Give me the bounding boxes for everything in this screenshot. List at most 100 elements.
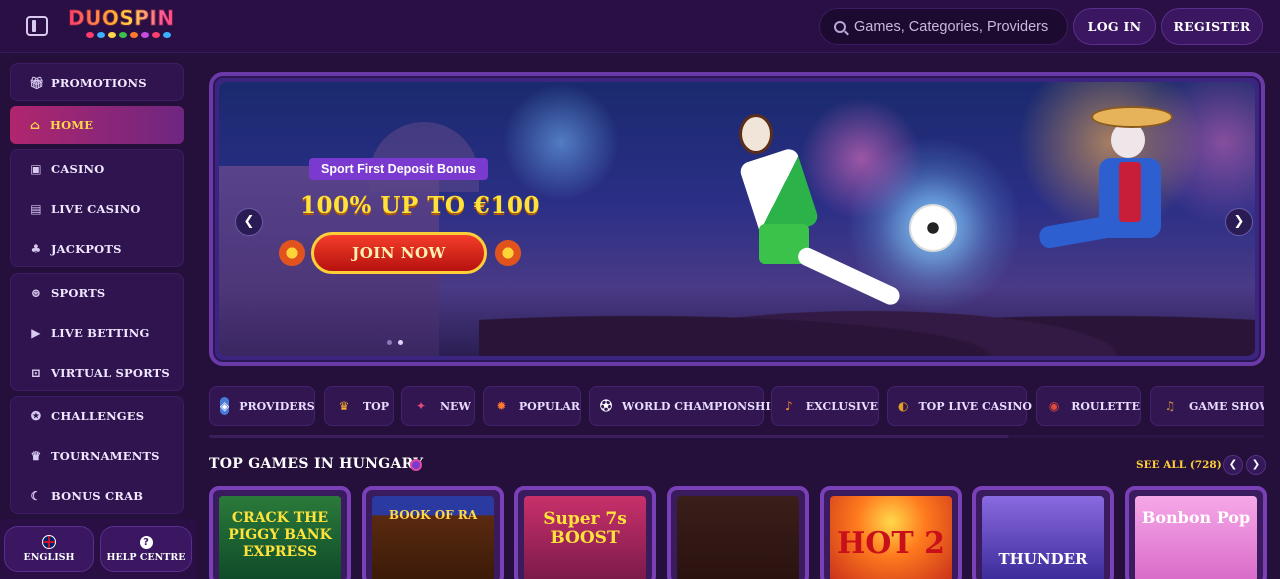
- slide-dot-2[interactable]: [398, 340, 403, 345]
- category-new[interactable]: ✦ NEW: [401, 386, 475, 426]
- sidebar-group-promotions: 🎁︎ PROMOTIONS: [10, 63, 184, 101]
- category-label: EXCLUSIVE: [805, 399, 878, 413]
- category-label: TOP LIVE CASINO: [918, 399, 1032, 413]
- question-icon: ?: [139, 535, 153, 549]
- trophy-icon: ♛: [30, 449, 42, 463]
- game-card[interactable]: BOOK OF RA: [362, 486, 504, 579]
- sidebar-item-label: JACKPOTS: [51, 242, 122, 256]
- category-game-show[interactable]: ♫ GAME SHOW: [1150, 386, 1264, 426]
- games-prev-arrow-icon[interactable]: ❮: [1223, 455, 1243, 475]
- slide-dot-1[interactable]: [387, 340, 392, 345]
- sidebar-item-promotions[interactable]: 🎁︎ PROMOTIONS: [11, 64, 185, 102]
- sidebar-item-label: VIRTUAL SPORTS: [51, 366, 170, 380]
- flower-decoration-icon: [279, 240, 305, 266]
- sidebar-group-challenges: ✪ CHALLENGES ♛ TOURNAMENTS ☾ BONUS CRAB: [10, 396, 184, 514]
- play-icon: ▶: [31, 326, 41, 340]
- ball-icon: ⊛: [30, 286, 42, 300]
- section-badge-icon: [410, 459, 422, 471]
- game-title: Super 7s BOOST: [543, 509, 627, 548]
- register-button[interactable]: REGISTER: [1161, 8, 1263, 45]
- slide-indicator: [387, 340, 403, 345]
- guitar-icon: ♫: [1164, 399, 1176, 413]
- language-selector[interactable]: ENGLISH: [4, 526, 94, 572]
- gift-icon: 🎁︎: [29, 76, 45, 90]
- trophy-icon: ♛: [338, 399, 350, 413]
- game-card[interactable]: Bonbon Pop: [1125, 486, 1267, 579]
- virtual-icon: ⊡: [30, 366, 42, 380]
- sidebar-item-virtual-sports[interactable]: ⊡ VIRTUAL SPORTS: [11, 354, 185, 392]
- category-top[interactable]: ♛ TOP: [324, 386, 394, 426]
- login-button[interactable]: LOG IN: [1073, 8, 1156, 45]
- sidebar-toggle-icon[interactable]: [26, 16, 48, 36]
- sidebar-item-bonus-crab[interactable]: ☾ BONUS CRAB: [11, 477, 185, 515]
- search-input[interactable]: [854, 18, 1054, 35]
- home-icon: ⌂: [29, 118, 41, 132]
- clover-icon: ♣: [30, 242, 42, 256]
- sidebar-footer: ENGLISH ? HELP CENTRE: [0, 519, 196, 579]
- sidebar-item-label: CASINO: [51, 162, 105, 176]
- sidebar-item-label: PROMOTIONS: [51, 76, 147, 90]
- category-bar: ◈ PROVIDERS ♛ TOP ✦ NEW ✹ POPULAR ⚽︎ WOR…: [209, 386, 1264, 426]
- category-label: POPULAR: [518, 399, 580, 413]
- category-top-live-casino[interactable]: ◐ TOP LIVE CASINO: [887, 386, 1032, 426]
- game-title: CRACK THE PIGGY BANK EXPRESS: [228, 510, 332, 560]
- crowd-silhouette: [479, 286, 1255, 356]
- game-card[interactable]: CRACK THE PIGGY BANK EXPRESS: [209, 486, 351, 579]
- sidebar-item-jackpots[interactable]: ♣ JACKPOTS: [11, 230, 185, 268]
- bonus-headline: 100% UP TO €100: [300, 192, 540, 219]
- sidebar: 🎁︎ PROMOTIONS ⌂ HOME ▣ CASINO ▤ LIVE CAS…: [0, 53, 196, 579]
- sidebar-item-label: LIVE CASINO: [51, 202, 141, 216]
- medal-icon: ✪: [30, 409, 42, 423]
- game-title: HOT 2: [836, 526, 946, 561]
- maracas-icon: ♪: [785, 399, 793, 413]
- sidebar-group-casino: ▣ CASINO ▤ LIVE CASINO ♣ JACKPOTS: [10, 149, 184, 267]
- category-exclusive[interactable]: ♪ EXCLUSIVE: [771, 386, 879, 426]
- sidebar-item-challenges[interactable]: ✪ CHALLENGES: [11, 397, 185, 435]
- sidebar-item-live-casino[interactable]: ▤ LIVE CASINO: [11, 190, 185, 228]
- sidebar-item-tournaments[interactable]: ♛ TOURNAMENTS: [11, 437, 185, 475]
- category-world-championship[interactable]: ⚽︎ WORLD CHAMPIONSHIP: [589, 386, 779, 426]
- search-box[interactable]: [819, 8, 1068, 45]
- games-next-arrow-icon[interactable]: ❯: [1246, 455, 1266, 475]
- join-now-button[interactable]: JOIN NOW: [311, 232, 487, 274]
- category-providers[interactable]: ◈ PROVIDERS: [209, 386, 315, 426]
- help-centre-button[interactable]: ? HELP CENTRE: [100, 526, 192, 572]
- bonus-tag: Sport First Deposit Bonus: [309, 158, 488, 180]
- football-icon: [909, 204, 957, 252]
- sidebar-item-live-betting[interactable]: ▶ LIVE BETTING: [11, 314, 185, 352]
- duospin-logo[interactable]: DUOSPIN: [68, 6, 184, 46]
- game-card[interactable]: [667, 486, 809, 579]
- sidebar-item-label: SPORTS: [51, 286, 106, 300]
- category-label: NEW: [440, 399, 471, 413]
- sidebar-group-sports: ⊛ SPORTS ▶ LIVE BETTING ⊡ VIRTUAL SPORTS: [10, 273, 184, 391]
- sidebar-item-sports[interactable]: ⊛ SPORTS: [11, 274, 185, 312]
- category-scrollbar-thumb[interactable]: [209, 435, 1009, 438]
- category-label: TOP: [363, 399, 390, 413]
- new-icon: ✦: [415, 399, 427, 413]
- banner-prev-arrow-icon[interactable]: ❮: [235, 208, 263, 236]
- category-roulette[interactable]: ◉ ROULETTE: [1036, 386, 1141, 426]
- search-icon: [834, 20, 846, 33]
- sidebar-item-casino[interactable]: ▣ CASINO: [11, 150, 185, 188]
- category-popular[interactable]: ✹ POPULAR: [483, 386, 581, 426]
- providers-icon: ◈: [220, 397, 230, 415]
- sidebar-item-label: BONUS CRAB: [51, 489, 144, 503]
- claw-icon: ☾: [30, 489, 42, 503]
- banner-next-arrow-icon[interactable]: ❯: [1225, 208, 1253, 236]
- sidebar-item-label: LIVE BETTING: [51, 326, 150, 340]
- roulette-icon: ◉: [1048, 399, 1060, 413]
- background-dome: [369, 122, 479, 192]
- category-scrollbar-track: [1009, 435, 1264, 438]
- see-all-link[interactable]: SEE ALL (728): [1136, 459, 1222, 471]
- category-label: WORLD CHAMPIONSHIP: [622, 399, 779, 413]
- live-casino-icon: ▤: [30, 202, 42, 216]
- game-card[interactable]: Super 7s BOOST: [514, 486, 656, 579]
- sidebar-item-home[interactable]: ⌂ HOME: [10, 106, 184, 144]
- game-title: Bonbon Pop: [1141, 508, 1251, 527]
- game-card[interactable]: HOT 2: [820, 486, 962, 579]
- slot-machine-icon: ▣: [30, 162, 42, 176]
- live-casino-icon: ◐: [898, 399, 909, 413]
- section-title: TOP GAMES IN HUNGARY: [209, 456, 424, 472]
- sidebar-item-label: CHALLENGES: [51, 409, 145, 423]
- game-card[interactable]: THUNDER: [972, 486, 1114, 579]
